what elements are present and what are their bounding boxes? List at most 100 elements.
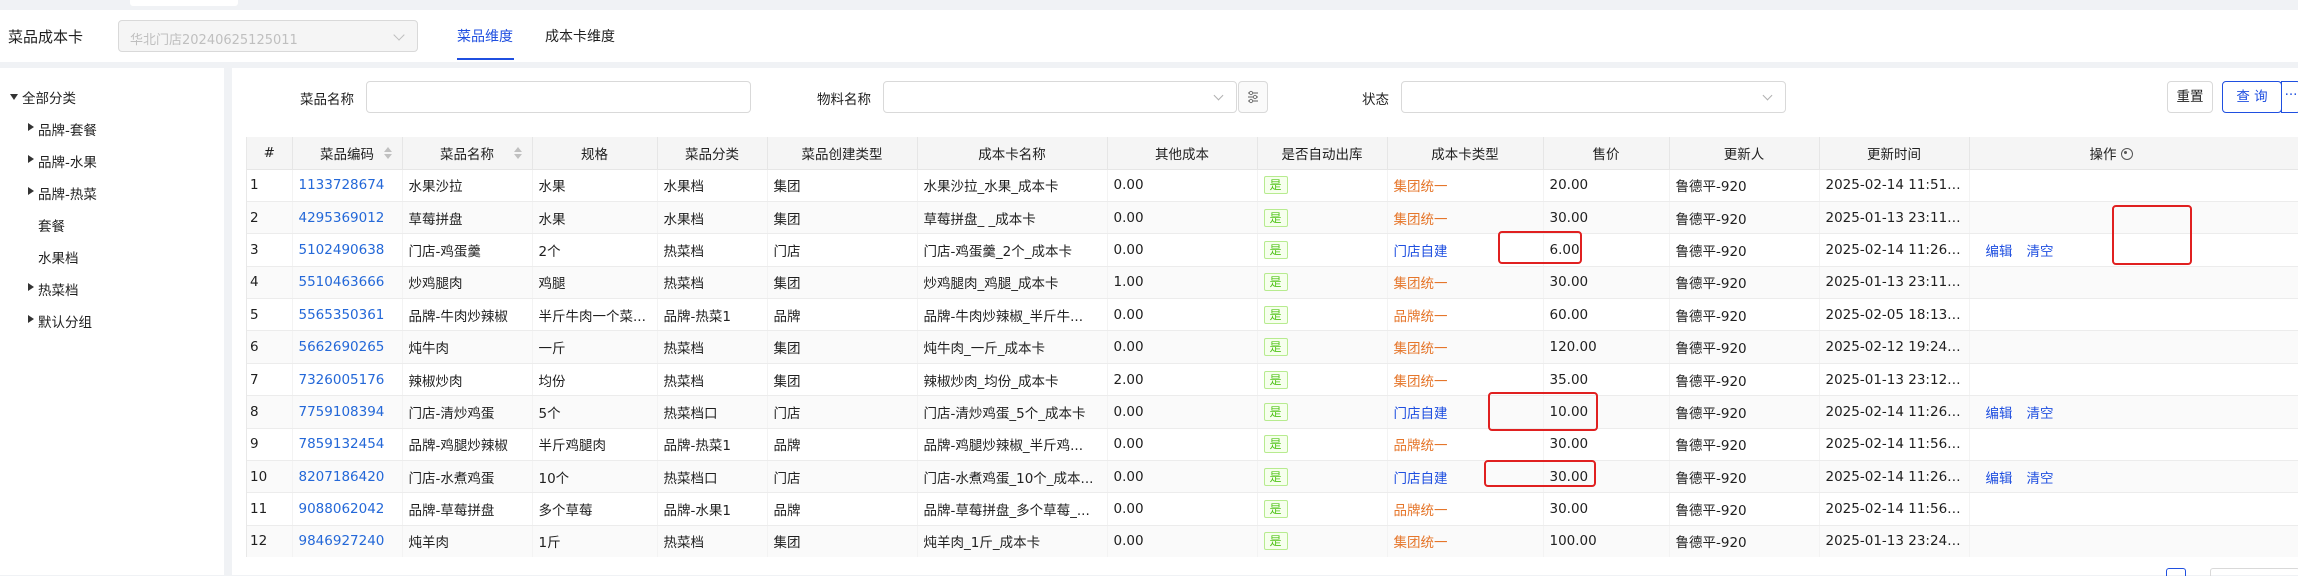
row-index-cell: 3	[247, 233, 293, 267]
tree-item[interactable]: 热菜档	[38, 279, 79, 299]
card-type-cell: 品牌统一	[1387, 492, 1544, 526]
caret-right-icon[interactable]	[28, 187, 34, 195]
material-name-select[interactable]	[883, 81, 1237, 113]
dish-name-cell: 门店-清炒鸡蛋	[402, 395, 533, 429]
dish-code-cell[interactable]: 7859132454	[292, 428, 403, 462]
updater-cell: 鲁德平-920	[1669, 492, 1820, 526]
updated-cell: 2025-01-13 23:24:08	[1819, 525, 1970, 557]
updater-cell: 鲁德平-920	[1669, 266, 1820, 300]
status-badge: 是	[1263, 176, 1288, 195]
price-cell: 6.00	[1543, 233, 1670, 267]
clear-link[interactable]: 清空	[2027, 406, 2054, 422]
row-index-cell: 5	[247, 298, 293, 332]
active-tab-indicator	[457, 58, 514, 60]
caret-right-icon[interactable]	[28, 283, 34, 291]
dish-code-cell[interactable]: 1133728674	[292, 169, 403, 202]
caret-right-icon[interactable]	[28, 155, 34, 163]
tree-item[interactable]: 水果档	[38, 247, 79, 267]
ops-cell	[1969, 428, 2298, 462]
more-button[interactable]: ···	[2281, 81, 2298, 113]
col-header-spec: 规格	[532, 137, 658, 170]
row-index-cell: 9	[247, 428, 293, 462]
spec-cell: 5个	[532, 395, 658, 429]
tree-item[interactable]: 品牌-水果	[38, 151, 97, 171]
col-header-name[interactable]: 菜品名称	[402, 137, 533, 170]
price-cell: 30.00	[1543, 266, 1670, 300]
dish-code-cell[interactable]: 5510463666	[292, 266, 403, 300]
tree-item[interactable]: 品牌-套餐	[38, 119, 97, 139]
clear-link[interactable]: 清空	[2027, 471, 2054, 487]
dish-name-input[interactable]	[366, 81, 751, 113]
gear-icon[interactable]	[2120, 147, 2133, 160]
dish-code-cell[interactable]: 4295369012	[292, 201, 403, 235]
category-cell: 热菜档	[657, 233, 768, 267]
dish-code-cell[interactable]: 7326005176	[292, 363, 403, 397]
status-badge: 是	[1263, 240, 1288, 259]
dish-name-cell: 炒鸡腿肉	[402, 266, 533, 300]
spec-cell: 水果	[532, 169, 658, 202]
col-header-ops: 操作	[1969, 137, 2298, 170]
ops-cell: 编辑 清空	[1969, 395, 2298, 429]
caret-right-icon[interactable]	[28, 123, 34, 131]
edit-link[interactable]: 编辑	[1986, 244, 2013, 260]
edit-link[interactable]: 编辑	[1986, 406, 2013, 422]
reset-button[interactable]: 重置	[2167, 81, 2213, 113]
tree-item[interactable]: 品牌-热菜	[38, 183, 97, 203]
chevron-down-icon	[1213, 90, 1224, 101]
dish-code-cell[interactable]: 5102490638	[292, 233, 403, 267]
sort-icon[interactable]	[383, 147, 392, 159]
updated-cell: 2025-02-05 18:13:39	[1819, 298, 1970, 332]
status-badge: 是	[1263, 532, 1288, 551]
status-select[interactable]	[1401, 81, 1786, 113]
card-name-cell: 炖羊肉_1斤_成本卡	[917, 525, 1108, 557]
tree-item[interactable]: 套餐	[38, 215, 65, 235]
tree-root[interactable]: 全部分类	[22, 87, 76, 107]
material-filter-button[interactable]	[1238, 81, 1268, 113]
caret-down-icon[interactable]	[10, 94, 18, 100]
col-header-category: 菜品分类	[657, 137, 768, 170]
updated-cell: 2025-02-14 11:51:42	[1819, 169, 1970, 202]
clear-link[interactable]: 清空	[2027, 244, 2054, 260]
material-name-label: 物料名称	[817, 92, 871, 108]
store-select[interactable]: 华北门店20240625125011	[118, 20, 418, 52]
dish-name-cell: 品牌-草莓拼盘	[402, 492, 533, 526]
create-type-cell: 品牌	[767, 298, 918, 332]
dish-code-cell[interactable]: 7759108394	[292, 395, 403, 429]
category-cell: 水果档	[657, 169, 768, 202]
other-cost-cell: 0.00	[1107, 492, 1258, 526]
chevron-down-icon	[393, 29, 405, 41]
card-name-cell: 门店-清炒鸡蛋_5个_成本卡	[917, 395, 1108, 429]
dish-name-label: 菜品名称	[300, 92, 354, 108]
col-header-code[interactable]: 菜品编码	[292, 137, 403, 170]
row-index-cell: 7	[247, 363, 293, 397]
row-index-cell: 10	[247, 460, 293, 494]
spec-cell: 10个	[532, 460, 658, 494]
col-header-price: 售价	[1543, 137, 1670, 170]
edit-link[interactable]: 编辑	[1986, 471, 2013, 487]
tree-item[interactable]: 默认分组	[38, 311, 92, 331]
dish-code-cell[interactable]: 8207186420	[292, 460, 403, 494]
status-badge: 是	[1263, 208, 1288, 227]
dish-code-cell[interactable]: 5662690265	[292, 330, 403, 364]
dish-code-cell[interactable]: 9088062042	[292, 492, 403, 526]
dish-code-cell[interactable]: 9846927240	[292, 525, 403, 557]
tab-costcard-dimension[interactable]: 成本卡维度	[545, 26, 615, 46]
other-cost-cell: 2.00	[1107, 363, 1258, 397]
col-header-updater: 更新人	[1669, 137, 1820, 170]
card-type-cell: 集团统一	[1387, 201, 1544, 235]
auto-out-cell: 是	[1257, 395, 1388, 429]
dish-name-cell: 品牌-鸡腿炒辣椒	[402, 428, 533, 462]
create-type-cell: 集团	[767, 266, 918, 300]
sort-icon[interactable]	[513, 147, 522, 159]
query-button[interactable]: 查 询	[2222, 81, 2282, 113]
create-type-cell: 集团	[767, 169, 918, 202]
caret-right-icon[interactable]	[28, 315, 34, 323]
category-cell: 热菜档	[657, 363, 768, 397]
create-type-cell: 品牌	[767, 492, 918, 526]
dish-code-cell[interactable]: 5565350361	[292, 298, 403, 332]
tab-dish-dimension[interactable]: 菜品维度	[457, 26, 513, 46]
ops-cell	[1969, 492, 2298, 526]
spec-cell: 2个	[532, 233, 658, 267]
dish-name-cell: 门店-水煮鸡蛋	[402, 460, 533, 494]
auto-out-cell: 是	[1257, 169, 1388, 202]
